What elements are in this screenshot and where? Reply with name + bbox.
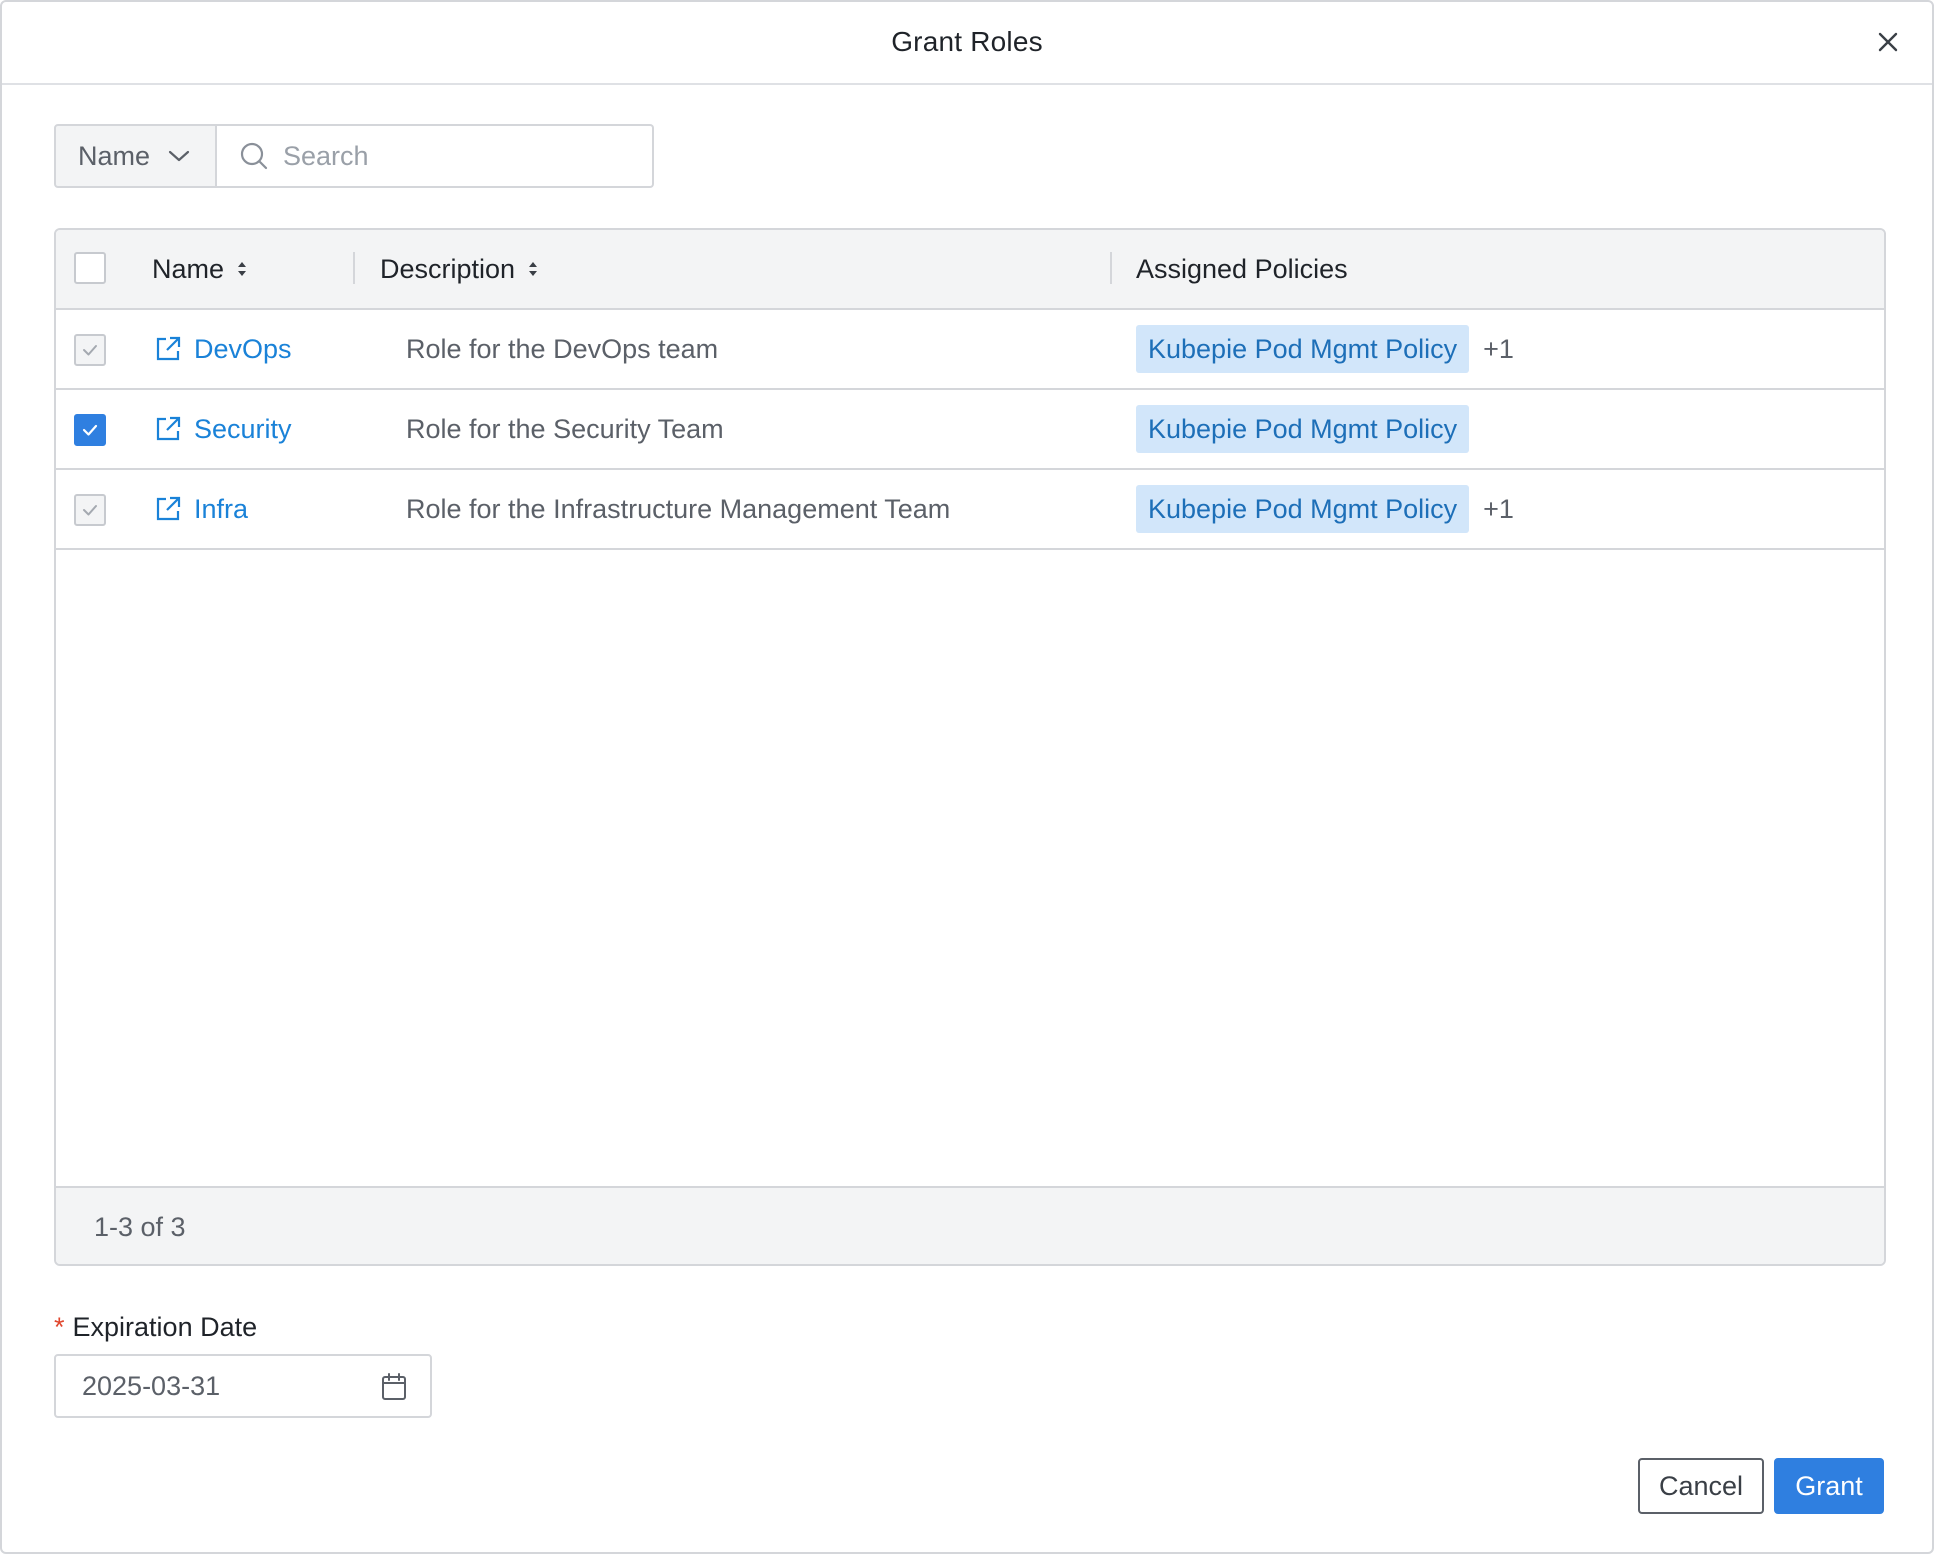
table-header: Name Description Assigned Policies [56, 230, 1884, 310]
role-description: Role for the DevOps team [406, 333, 719, 364]
table-row: Infra Role for the Infrastructure Manage… [56, 470, 1884, 550]
expiration-date-input[interactable]: 2025-03-31 [54, 1354, 432, 1418]
expiration-date-label-text: Expiration Date [72, 1312, 258, 1342]
dialog-header: Grant Roles [2, 2, 1932, 85]
external-link-icon [156, 416, 181, 441]
external-link-icon [156, 496, 181, 521]
expiration-date-value: 2025-03-31 [82, 1370, 221, 1401]
roles-table: Name Description Assigned Policies DevOp… [54, 228, 1886, 1266]
chevron-down-icon [168, 150, 190, 162]
role-name: Infra [194, 493, 249, 524]
required-mark: * [54, 1312, 65, 1342]
row-checkbox[interactable] [74, 414, 106, 446]
policies-cell: Kubepie Pod Mgmt Policy +1 [1136, 310, 1514, 388]
policies-cell: Kubepie Pod Mgmt Policy [1136, 390, 1470, 468]
column-header-policies-label: Assigned Policies [1136, 253, 1348, 284]
policy-tag[interactable]: Kubepie Pod Mgmt Policy [1136, 485, 1470, 533]
column-header-name-label: Name [152, 253, 225, 284]
more-policies-count[interactable]: +1 [1483, 334, 1514, 365]
column-separator[interactable] [1110, 252, 1112, 284]
policies-cell: Kubepie Pod Mgmt Policy +1 [1136, 470, 1514, 548]
check-icon [83, 345, 97, 356]
search-input[interactable] [281, 139, 641, 173]
row-checkbox [74, 494, 106, 526]
calendar-icon[interactable] [380, 1372, 408, 1402]
pagination-summary: 1-3 of 3 [94, 1212, 186, 1242]
grant-roles-dialog: Grant Roles Name Name [0, 0, 1934, 1554]
table-row: Security Role for the Security Team Kube… [56, 390, 1884, 470]
search-box [217, 124, 654, 188]
close-button[interactable] [1872, 26, 1904, 58]
more-policies-count[interactable]: +1 [1483, 494, 1514, 525]
column-header-description[interactable]: Description [380, 230, 539, 308]
role-description: Role for the Security Team [406, 413, 724, 444]
check-icon [82, 424, 98, 436]
search-field-select[interactable]: Name [54, 124, 217, 188]
role-link-security[interactable]: Security [154, 414, 292, 445]
role-link-infra[interactable]: Infra [154, 494, 248, 525]
role-name: DevOps [194, 333, 292, 364]
close-icon [1878, 32, 1898, 52]
search-icon [240, 142, 268, 170]
role-name-cell: Security [154, 390, 292, 468]
dialog-title: Grant Roles [891, 26, 1043, 57]
grant-button[interactable]: Grant [1774, 1458, 1884, 1514]
role-name-cell: Infra [154, 470, 248, 548]
role-name: Security [194, 413, 292, 444]
policy-tag[interactable]: Kubepie Pod Mgmt Policy [1136, 325, 1470, 373]
column-header-name[interactable]: Name [152, 230, 248, 308]
external-link-icon [156, 336, 181, 361]
sort-icon [529, 262, 538, 276]
search-field-label: Name [78, 140, 151, 171]
cancel-button[interactable]: Cancel [1638, 1458, 1764, 1514]
select-all-checkbox[interactable] [74, 252, 106, 284]
table-row: DevOps Role for the DevOps team Kubepie … [56, 310, 1884, 390]
search-bar: Name [54, 124, 654, 188]
table-footer: 1-3 of 3 [56, 1186, 1884, 1264]
policy-tag[interactable]: Kubepie Pod Mgmt Policy [1136, 405, 1470, 453]
column-separator[interactable] [353, 252, 355, 284]
column-header-description-label: Description [380, 253, 516, 284]
role-link-devops[interactable]: DevOps [154, 334, 292, 365]
expiration-date-label: * Expiration Date [54, 1312, 257, 1343]
sort-icon [238, 262, 247, 276]
role-description: Role for the Infrastructure Management T… [406, 493, 951, 524]
check-icon [83, 505, 97, 516]
row-checkbox [74, 334, 106, 366]
role-name-cell: DevOps [154, 310, 292, 388]
column-header-policies: Assigned Policies [1136, 230, 1348, 308]
